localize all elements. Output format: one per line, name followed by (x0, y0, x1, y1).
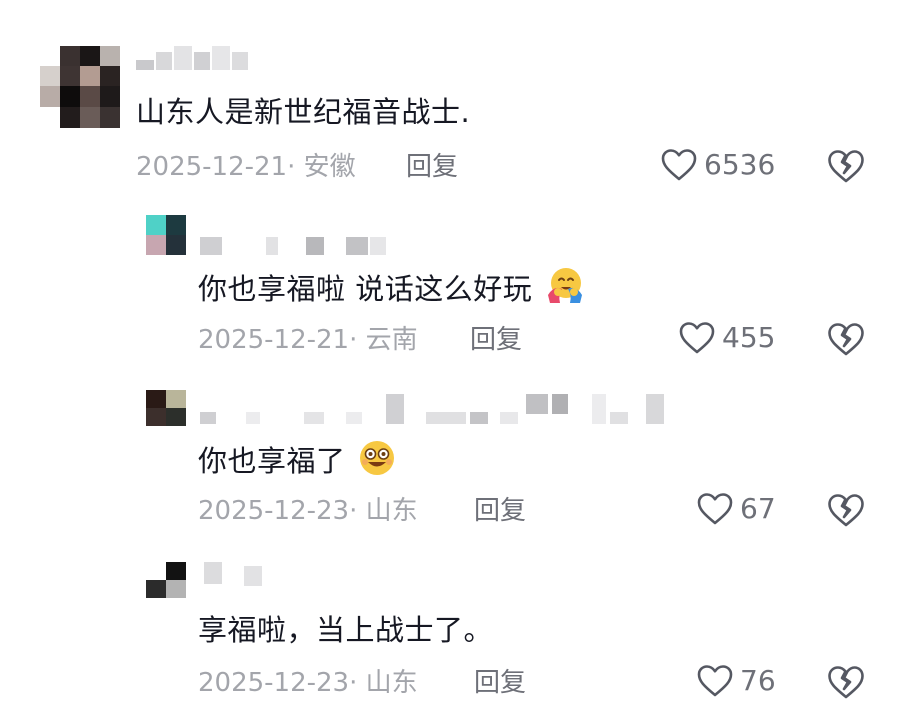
heart-outline-icon (696, 664, 734, 698)
comment-2: 你也享福啦 说话这么好玩 2025-12-21· 云南 回复 455 (0, 195, 900, 370)
comment-text: 你也享福啦 说话这么好玩 (198, 265, 586, 317)
comment-text: 山东人是新世纪福音战士. (136, 95, 471, 129)
like-count: 455 (722, 321, 776, 354)
like-button[interactable]: 76 (696, 664, 776, 698)
like-button[interactable]: 67 (696, 492, 776, 526)
reply-button[interactable]: 回复 (470, 323, 522, 357)
comment-text-content: 你也享福啦 说话这么好玩 (198, 272, 533, 306)
dislike-button[interactable] (826, 148, 866, 184)
broken-heart-icon (826, 664, 866, 700)
like-count: 67 (740, 492, 776, 525)
avatar[interactable] (40, 46, 120, 128)
heart-outline-icon (696, 492, 734, 526)
comment-meta: 2025-12-21· 安徽 (136, 152, 356, 182)
dislike-button[interactable] (826, 492, 866, 528)
username-redacted[interactable] (136, 46, 256, 70)
like-button[interactable]: 455 (678, 321, 775, 355)
reply-button[interactable]: 回复 (474, 494, 526, 528)
heart-outline-icon (660, 148, 698, 182)
broken-heart-icon (826, 492, 866, 528)
username-redacted[interactable] (200, 231, 390, 255)
comment-1: 山东人是新世纪福音战士. 2025-12-21· 安徽 回复 6536 (0, 0, 900, 195)
dislike-button[interactable] (826, 321, 866, 357)
smiling-face-emoji-icon (357, 438, 397, 488)
username-redacted[interactable] (200, 390, 670, 426)
broken-heart-icon (826, 148, 866, 184)
comment-4: 享福啦，当上战士了。 2025-12-23· 山东 回复 76 (0, 540, 900, 703)
avatar[interactable] (146, 562, 186, 598)
comment-meta: 2025-12-23· 山东 (198, 668, 418, 698)
comment-text: 你也享福了 (198, 438, 397, 488)
like-count: 6536 (704, 148, 776, 181)
like-button[interactable]: 6536 (660, 148, 775, 182)
comment-meta: 2025-12-23· 山东 (198, 496, 418, 526)
avatar[interactable] (146, 390, 186, 426)
reply-button[interactable]: 回复 (474, 666, 526, 700)
broken-heart-icon (826, 321, 866, 357)
reply-button[interactable]: 回复 (406, 150, 458, 184)
dislike-button[interactable] (826, 664, 866, 700)
hugging-face-emoji-icon (544, 265, 586, 317)
comment-3: 你也享福了 2025-12-23· 山东 回复 67 (0, 370, 900, 540)
comment-meta: 2025-12-21· 云南 (198, 325, 418, 355)
comment-text: 享福啦，当上战士了。 (198, 613, 494, 647)
heart-outline-icon (678, 321, 716, 355)
username-redacted[interactable] (200, 562, 270, 586)
comment-text-content: 你也享福了 (198, 444, 346, 478)
avatar[interactable] (146, 215, 186, 255)
like-count: 76 (740, 664, 776, 697)
